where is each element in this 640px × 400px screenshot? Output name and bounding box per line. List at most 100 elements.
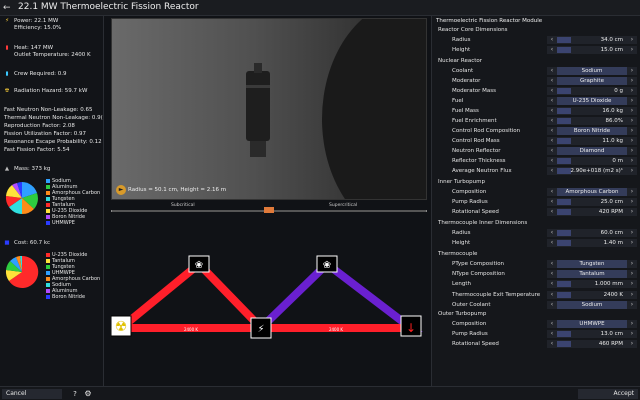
chevron-left-icon[interactable]: ‹: [549, 229, 555, 237]
chevron-right-icon[interactable]: ›: [629, 270, 635, 278]
value-slider[interactable]: ‹ 25.0 cm ›: [547, 198, 637, 206]
help-button[interactable]: ?: [70, 389, 80, 399]
option-selector[interactable]: ‹ Diamond ›: [547, 147, 637, 155]
chevron-left-icon[interactable]: ‹: [549, 280, 555, 288]
chevron-right-icon[interactable]: ›: [629, 77, 635, 85]
play-icon[interactable]: ►: [116, 185, 126, 195]
chevron-right-icon[interactable]: ›: [629, 107, 635, 115]
value-slider[interactable]: ‹ 15.0 cm ›: [547, 46, 637, 54]
chevron-left-icon[interactable]: ‹: [549, 291, 555, 299]
chevron-right-icon[interactable]: ›: [629, 260, 635, 268]
chevron-left-icon[interactable]: ‹: [549, 239, 555, 247]
chevron-right-icon[interactable]: ›: [629, 208, 635, 216]
chevron-left-icon[interactable]: ‹: [549, 36, 555, 44]
chevron-left-icon[interactable]: ‹: [549, 330, 555, 338]
chevron-right-icon[interactable]: ›: [629, 127, 635, 135]
chevron-right-icon[interactable]: ›: [629, 87, 635, 95]
option-selector[interactable]: ‹ Amorphous Carbon ›: [547, 188, 637, 196]
value-slider[interactable]: ‹ 13.0 cm ›: [547, 330, 637, 338]
setting-label: Radius: [452, 37, 471, 43]
chevron-left-icon[interactable]: ‹: [549, 147, 555, 155]
chevron-left-icon[interactable]: ‹: [549, 46, 555, 54]
chevron-left-icon[interactable]: ‹: [549, 107, 555, 115]
value-slider[interactable]: ‹ 16.0 kg ›: [547, 107, 637, 115]
radiation-stat: ☢ Radiation Hazard: 59.7 kW: [4, 88, 88, 94]
value-slider[interactable]: ‹ 1.40 m ›: [547, 239, 637, 247]
criticality-slider[interactable]: Subcritical Supercritical: [111, 203, 427, 217]
value-slider[interactable]: ‹ 2400 K ›: [547, 291, 637, 299]
chevron-left-icon[interactable]: ‹: [549, 137, 555, 145]
legend-swatch: [46, 178, 50, 183]
chevron-left-icon[interactable]: ‹: [549, 340, 555, 348]
chevron-right-icon[interactable]: ›: [629, 280, 635, 288]
value-slider[interactable]: ‹ 60.0 cm ›: [547, 229, 637, 237]
chevron-right-icon[interactable]: ›: [629, 117, 635, 125]
chevron-right-icon[interactable]: ›: [629, 229, 635, 237]
chevron-right-icon[interactable]: ›: [629, 147, 635, 155]
chevron-left-icon[interactable]: ‹: [549, 77, 555, 85]
chevron-left-icon[interactable]: ‹: [549, 127, 555, 135]
option-selector[interactable]: ‹ U-235 Dioxide ›: [547, 97, 637, 105]
value-slider[interactable]: ‹ 1.000 mm ›: [547, 280, 637, 288]
legend-item: UHMWPE: [46, 220, 75, 226]
chevron-right-icon[interactable]: ›: [629, 67, 635, 75]
chevron-left-icon[interactable]: ‹: [549, 208, 555, 216]
value-slider[interactable]: ‹ 2.90e+018 (m2 s)¹ ›: [547, 167, 637, 175]
option-selector[interactable]: ‹ Sodium ›: [547, 67, 637, 75]
chevron-left-icon[interactable]: ‹: [549, 157, 555, 165]
chevron-right-icon[interactable]: ›: [629, 291, 635, 299]
option-selector[interactable]: ‹ Sodium ›: [547, 301, 637, 309]
chevron-right-icon[interactable]: ›: [629, 157, 635, 165]
chevron-left-icon[interactable]: ‹: [549, 167, 555, 175]
option-selector[interactable]: ‹ Tungsten ›: [547, 260, 637, 268]
section-title: Inner Turbopump: [438, 179, 485, 185]
value-slider[interactable]: ‹ 460 RPM ›: [547, 340, 637, 348]
setting-label: Pump Radius: [452, 199, 488, 205]
chevron-left-icon[interactable]: ‹: [549, 188, 555, 196]
setting-label: NType Composition: [452, 271, 505, 277]
value-slider[interactable]: ‹ 86.0% ›: [547, 117, 637, 125]
option-selector[interactable]: ‹ Boron Nitride ›: [547, 127, 637, 135]
chevron-right-icon[interactable]: ›: [629, 330, 635, 338]
chevron-right-icon[interactable]: ›: [629, 198, 635, 206]
chevron-right-icon[interactable]: ›: [629, 301, 635, 309]
chevron-right-icon[interactable]: ›: [629, 36, 635, 44]
slider-thumb[interactable]: [264, 207, 274, 213]
chevron-left-icon[interactable]: ‹: [549, 67, 555, 75]
gear-icon[interactable]: ⚙: [83, 389, 93, 399]
arrow-back-icon[interactable]: ←: [3, 3, 13, 13]
cancel-button[interactable]: Cancel: [2, 389, 62, 399]
mass-pie-chart: [5, 182, 38, 215]
edge-label: 2400 K: [329, 327, 343, 332]
chevron-left-icon[interactable]: ‹: [549, 270, 555, 278]
option-selector[interactable]: ‹ UHMWPE ›: [547, 320, 637, 328]
setting-value: 1.40 m: [603, 240, 623, 246]
value-slider[interactable]: ‹ 420 RPM ›: [547, 208, 637, 216]
chevron-left-icon[interactable]: ‹: [549, 198, 555, 206]
chevron-right-icon[interactable]: ›: [629, 188, 635, 196]
accept-button[interactable]: Accept: [578, 389, 638, 399]
value-slider[interactable]: ‹ 34.0 cm ›: [547, 36, 637, 44]
chevron-left-icon[interactable]: ‹: [549, 97, 555, 105]
reactor-3d-viewport[interactable]: ► Radius = 50.1 cm, Height = 2.16 m: [111, 18, 427, 200]
chevron-left-icon[interactable]: ‹: [549, 320, 555, 328]
chevron-right-icon[interactable]: ›: [629, 239, 635, 247]
chevron-right-icon[interactable]: ›: [629, 97, 635, 105]
setting-label: Thermocouple Exit Temperature: [452, 292, 541, 298]
value-slider[interactable]: ‹ 11.0 kg ›: [547, 137, 637, 145]
chevron-left-icon[interactable]: ‹: [549, 117, 555, 125]
chevron-right-icon[interactable]: ›: [629, 340, 635, 348]
value-slider[interactable]: ‹ 0 g ›: [547, 87, 637, 95]
chevron-left-icon[interactable]: ‹: [549, 87, 555, 95]
value-slider[interactable]: ‹ 0 m ›: [547, 157, 637, 165]
chevron-right-icon[interactable]: ›: [629, 167, 635, 175]
option-selector[interactable]: ‹ Tantalum ›: [547, 270, 637, 278]
setting-value: UHMWPE: [557, 320, 627, 328]
setting-label: Control Rod Composition: [452, 128, 521, 134]
chevron-right-icon[interactable]: ›: [629, 320, 635, 328]
chevron-right-icon[interactable]: ›: [629, 137, 635, 145]
chevron-left-icon[interactable]: ‹: [549, 301, 555, 309]
chevron-left-icon[interactable]: ‹: [549, 260, 555, 268]
chevron-right-icon[interactable]: ›: [629, 46, 635, 54]
option-selector[interactable]: ‹ Graphite ›: [547, 77, 637, 85]
